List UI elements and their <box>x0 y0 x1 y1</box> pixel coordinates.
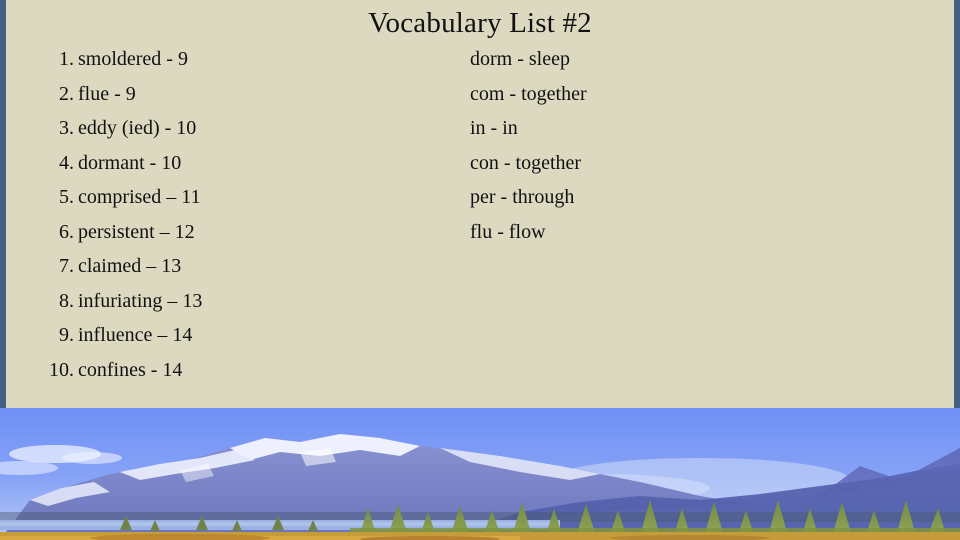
list-item: 6. persistent – 12 <box>30 221 430 256</box>
list-item-term: comprised – 11 <box>78 186 201 208</box>
list-item-number: 10. <box>49 358 74 381</box>
left-accent-rail <box>0 0 6 408</box>
list-item-term: influence – 14 <box>78 324 193 346</box>
list-item-term: infuriating – 13 <box>78 289 203 312</box>
list-item: 1. smoldered - 9 <box>30 48 430 83</box>
list-item-number: 9. <box>59 324 74 346</box>
list-item-number: 3. <box>59 117 74 139</box>
list-item: 10. confines - 14 <box>30 359 430 394</box>
list-item: 4. dormant - 10 <box>30 152 430 187</box>
root-item: per - through <box>470 186 575 208</box>
list-item-term: claimed – 13 <box>78 255 182 277</box>
list-item-number: 1. <box>59 48 74 70</box>
list-item-number: 2. <box>59 82 74 105</box>
list-item-number: 5. <box>59 186 74 208</box>
vocabulary-list: 1. smoldered - 9 2. flue - 9 3. eddy (ie… <box>30 48 430 393</box>
list-item-term: persistent – 12 <box>78 220 195 243</box>
root-item: con - together <box>470 151 582 174</box>
list-item: 9. influence – 14 <box>30 324 430 359</box>
list-item-term: smoldered - 9 <box>78 48 188 70</box>
root-word-list: dorm - sleep com - together in - in con … <box>470 48 850 255</box>
root-item: com - together <box>470 82 587 105</box>
list-item: 8. infuriating – 13 <box>30 290 430 325</box>
root-item: dorm - sleep <box>470 48 570 70</box>
mountain-landscape-photo <box>0 408 960 540</box>
list-item: 2. flue - 9 <box>30 83 430 118</box>
list-item-number: 8. <box>59 289 74 312</box>
list-item-term: confines - 14 <box>78 358 183 381</box>
list-item: 7. claimed – 13 <box>30 255 430 290</box>
list-item-number: 4. <box>59 151 74 174</box>
list-item-number: 6. <box>59 220 74 243</box>
list-item: 3. eddy (ied) - 10 <box>30 117 430 152</box>
list-item-term: flue - 9 <box>78 82 136 105</box>
landscape-illustration <box>0 408 960 540</box>
slide-canvas: Vocabulary List #2 1. smoldered - 9 2. f… <box>0 0 960 540</box>
root-item: in - in <box>470 117 518 139</box>
right-accent-rail <box>954 0 960 408</box>
list-item-term: dormant - 10 <box>78 151 182 174</box>
list-item-term: eddy (ied) - 10 <box>78 117 197 139</box>
root-item: flu - flow <box>470 220 546 243</box>
list-item: 5. comprised – 11 <box>30 186 430 221</box>
list-item-number: 7. <box>59 255 74 277</box>
page-title: Vocabulary List #2 <box>368 7 592 39</box>
